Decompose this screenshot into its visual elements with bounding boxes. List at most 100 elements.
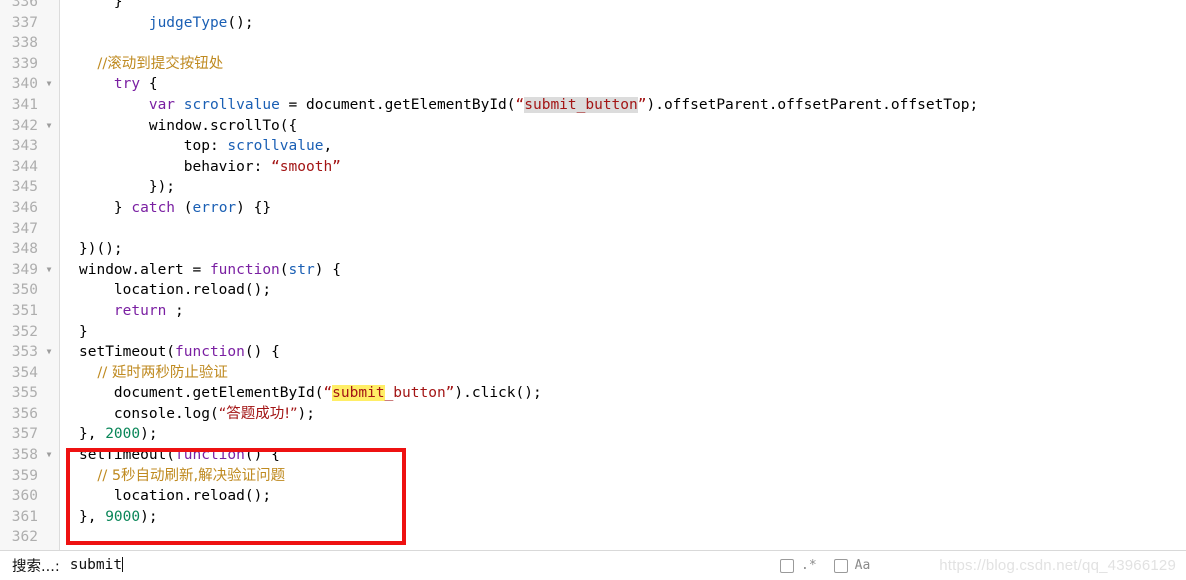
gutter-row[interactable]: 355	[0, 383, 60, 404]
code-token: top:	[79, 138, 228, 155]
code-line[interactable]: judgeType();	[61, 13, 1186, 34]
code-token: ;	[166, 302, 184, 319]
code-line[interactable]: behavior: “smooth”	[61, 157, 1186, 178]
gutter-row[interactable]: 357	[0, 424, 60, 445]
code-token: (	[175, 199, 193, 216]
line-number: 356	[11, 405, 38, 422]
code-line[interactable]: location.reload();	[61, 280, 1186, 301]
regex-checkbox[interactable]	[780, 558, 794, 573]
gutter-row[interactable]: 342 ▼	[0, 116, 60, 137]
gutter-row[interactable]: 362	[0, 527, 60, 548]
find-bar[interactable]: 搜索...: submit .* Aa https://blog.csdn.ne…	[0, 550, 1186, 579]
code-line[interactable]: }, 2000);	[61, 424, 1186, 445]
code-line[interactable]: return ;	[61, 301, 1186, 322]
code-token-keyword: function	[209, 261, 280, 278]
code-line[interactable]: window.alert = function(str) {	[61, 260, 1186, 281]
code-line[interactable]: try {	[61, 74, 1186, 95]
gutter-row[interactable]: 351	[0, 301, 60, 322]
gutter-row[interactable]: 338	[0, 33, 60, 54]
code-indent: }	[79, 199, 132, 216]
gutter-row[interactable]: 339	[0, 54, 60, 75]
code-token-function: judgeType	[148, 14, 228, 31]
code-token-keyword: function	[175, 447, 245, 464]
code-line[interactable]: }	[61, 322, 1186, 343]
search-query-text: submit	[69, 557, 123, 573]
code-line-blank[interactable]	[61, 219, 1186, 240]
regex-label: .*	[801, 558, 817, 573]
gutter-row[interactable]: 359	[0, 466, 60, 487]
code-line[interactable]: window.scrollTo({	[61, 116, 1186, 137]
line-number: 349	[11, 261, 38, 278]
code-token: },	[79, 426, 106, 443]
gutter-row[interactable]: 349 ▼	[0, 260, 60, 281]
gutter-row[interactable]: 344	[0, 157, 60, 178]
fold-toggle-icon[interactable]: ▼	[43, 260, 55, 281]
line-number: 353	[11, 344, 38, 361]
code-line[interactable]: console.log(“答题成功!”);	[61, 404, 1186, 425]
match-case-checkbox[interactable]	[833, 558, 848, 573]
fold-toggle-icon[interactable]: ▼	[43, 116, 55, 137]
gutter-row[interactable]: 340 ▼	[0, 74, 60, 95]
search-input[interactable]: submit	[69, 557, 124, 573]
search-match-highlight-current: submit	[332, 385, 385, 402]
code-token: = document.getElementById(	[279, 96, 516, 113]
code-line-partial[interactable]: }	[61, 0, 1186, 13]
gutter-row[interactable]: 341	[0, 95, 60, 116]
code-token: setTimeout(	[79, 344, 176, 361]
code-line-blank[interactable]	[61, 527, 1186, 548]
code-token-variable: scrollvalue	[175, 96, 280, 113]
code-content[interactable]: } judgeType(); //滚动到提交按钮处 try { var scro…	[61, 0, 1186, 550]
gutter-row-partial: 336	[0, 0, 60, 13]
code-line[interactable]: setTimeout(function() {	[61, 342, 1186, 363]
code-line[interactable]: }, 9000);	[61, 507, 1186, 528]
gutter-row[interactable]: 352	[0, 322, 60, 343]
line-number: 338	[11, 35, 38, 52]
code-line[interactable]: })();	[61, 239, 1186, 260]
gutter-row[interactable]: 361	[0, 507, 60, 528]
gutter-row[interactable]: 343	[0, 136, 60, 157]
fold-toggle-icon[interactable]: ▼	[43, 342, 55, 363]
gutter-row[interactable]: 360	[0, 486, 60, 507]
code-line-blank[interactable]	[61, 33, 1186, 54]
code-token: });	[79, 179, 176, 196]
gutter-row[interactable]: 347	[0, 219, 60, 240]
code-line[interactable]: });	[61, 177, 1186, 198]
code-editor-screenshot: 336 337 338 339 340 ▼ 341 342 ▼ 343 344 34…	[0, 0, 1186, 579]
gutter-row[interactable]: 356	[0, 404, 60, 425]
gutter-row[interactable]: 345	[0, 177, 60, 198]
code-line[interactable]: } catch (error) {}	[61, 198, 1186, 219]
gutter-row[interactable]: 350	[0, 280, 60, 301]
code-line[interactable]: top: scrollvalue,	[61, 136, 1186, 157]
gutter-row[interactable]: 358 ▼	[0, 445, 60, 466]
gutter-row[interactable]: 354	[0, 363, 60, 384]
line-number: 361	[11, 508, 38, 525]
code-token: location.reload();	[79, 488, 272, 505]
line-number: 355	[11, 385, 38, 402]
code-line[interactable]: document.getElementById(“submit_button”)…	[61, 383, 1186, 404]
code-token: console.log(	[79, 405, 219, 422]
code-token-quote: “	[323, 385, 333, 402]
fold-toggle-icon[interactable]: ▼	[43, 445, 55, 466]
editor-pane[interactable]: 336 337 338 339 340 ▼ 341 342 ▼ 343 344 34…	[0, 0, 1186, 550]
code-line[interactable]: //滚动到提交按钮处	[61, 54, 1186, 75]
code-token-keyword: catch	[131, 199, 176, 216]
code-line[interactable]: location.reload();	[61, 486, 1186, 507]
code-token-comment: // 5秒自动刷新,解决验证问题	[79, 467, 286, 484]
code-token: ).click();	[454, 385, 542, 402]
gutter-row[interactable]: 353 ▼	[0, 342, 60, 363]
gutter-row[interactable]: 348	[0, 239, 60, 260]
code-line[interactable]: var scrollvalue = document.getElementByI…	[61, 95, 1186, 116]
gutter-row[interactable]: 346	[0, 198, 60, 219]
code-line[interactable]: setTimeout(function() {	[61, 445, 1186, 466]
gutter-row[interactable]: 337	[0, 13, 60, 34]
line-number: 362	[11, 529, 38, 546]
code-line[interactable]: // 5秒自动刷新,解决验证问题	[61, 466, 1186, 487]
code-line[interactable]: // 延时两秒防止验证	[61, 363, 1186, 384]
code-token-string: “答题成功!”	[218, 405, 298, 422]
fold-toggle-icon[interactable]: ▼	[43, 74, 55, 95]
code-token-keyword: return	[113, 302, 167, 319]
code-token: ).offsetParent.offsetParent.offsetTop;	[646, 96, 979, 113]
code-token-variable: scrollvalue	[227, 138, 324, 155]
